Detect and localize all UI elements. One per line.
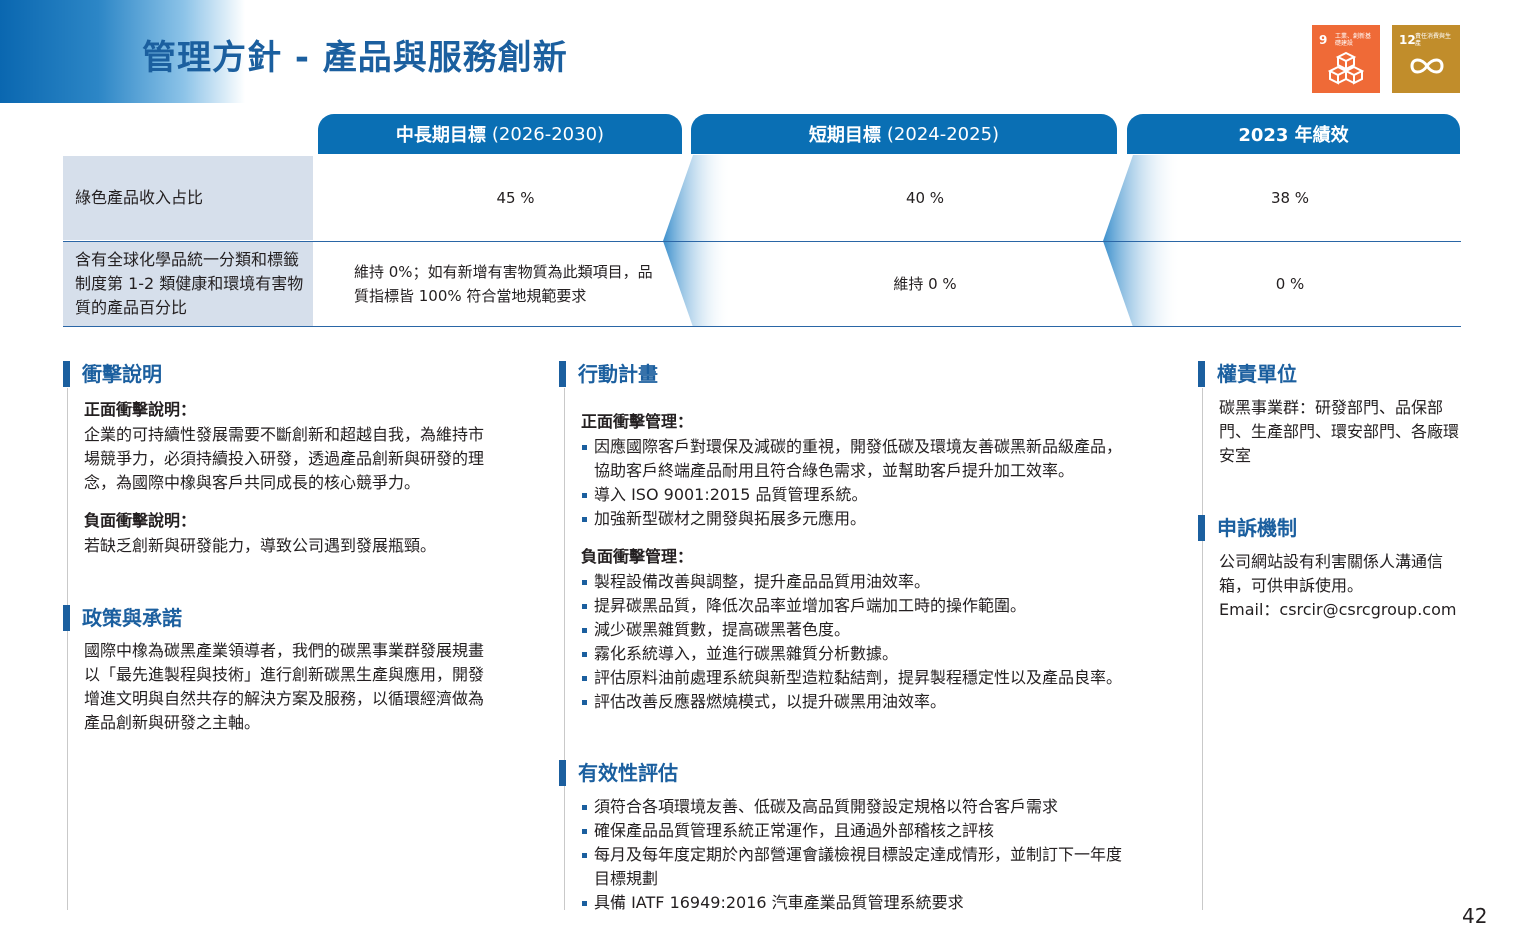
row-label-text: 含有全球化學品統一分類和標籤制度第 1-2 類健康和環境有害物質的產品百分比 <box>75 250 304 317</box>
page-title: 管理方針 - 產品與服務創新 <box>142 38 568 78</box>
sdg-9-badge: 9 工業、創新基礎建設 <box>1312 25 1380 93</box>
list-item: 評估改善反應器燃燒模式，以提升碳黑用油效率。 <box>581 690 1141 714</box>
column-header-long-term: 中長期目標 (2026-2030) <box>318 114 682 154</box>
sdg-number: 9 <box>1319 33 1328 47</box>
list-item: 具備 IATF 16949:2016 汽車產業品質管理系統要求 <box>581 891 1126 915</box>
sdg-label: 工業、創新基礎建設 <box>1335 33 1372 47</box>
list-item: 加強新型碳材之開發與拓展多元應用。 <box>581 507 1131 531</box>
cubes-icon <box>1328 51 1364 85</box>
negative-management-list: 製程設備改善與調整，提升產品品質用油效率。 提昇碳黑品質，降低次品率並增加客戶端… <box>581 570 1141 714</box>
positive-impact-label: 正面衝擊說明： <box>84 400 197 419</box>
row-label: 含有全球化學品統一分類和標籤制度第 1-2 類健康和環境有害物質的產品百分比 <box>63 242 313 326</box>
negative-impact-label: 負面衝擊說明： <box>84 511 197 530</box>
effectiveness-section-title: 有效性評估 <box>559 760 678 786</box>
action-section-title: 行動計畫 <box>559 361 658 387</box>
table-cell: 45 % <box>496 189 535 207</box>
column-title: 中長期目標 <box>395 125 486 146</box>
effectiveness-list: 須符合各項環境友善、低碳及高品質開發設定規格以符合客戶需求 確保產品品質管理系統… <box>581 795 1126 915</box>
sdg-label: 責任消費與生產 <box>1415 33 1452 47</box>
positive-management-list: 因應國際客戶對環保及減碳的重視，開發低碳及環境友善碳黑新品級產品，協助客戶終端產… <box>581 435 1131 531</box>
column-rule <box>67 388 68 910</box>
row-label: 綠色產品收入占比 <box>63 156 313 240</box>
column-title: 2023 年績效 <box>1238 125 1349 146</box>
impact-section-title: 衝擊說明 <box>63 361 162 387</box>
column-years: (2024-2025) <box>886 123 1000 145</box>
column-title: 短期目標 <box>808 125 881 146</box>
sdg-12-badge: 12 責任消費與生產 <box>1392 25 1460 93</box>
grievance-text: 公司網站設有利害關係人溝通信箱，可供申訴使用。 <box>1219 552 1444 595</box>
positive-management-label: 正面衝擊管理： <box>581 412 694 431</box>
responsibility-text: 碳黑事業群：研發部門、品保部門、生產部門、環安部門、各廠環安室 <box>1219 398 1460 465</box>
grievance-email[interactable]: Email：csrcir@csrcgroup.com <box>1219 598 1464 622</box>
column-header-short-term: 短期目標 (2024-2025) <box>691 114 1117 154</box>
list-item: 減少碳黑雜質數，提高碳黑著色度。 <box>581 618 1141 642</box>
list-item: 導入 ISO 9001:2015 品質管理系統。 <box>581 483 1131 507</box>
list-item: 評估原料油前處理系統與新型造粒黏結劑，提昇製程穩定性以及產品良率。 <box>581 666 1141 690</box>
table-cell: 0 % <box>1275 275 1305 293</box>
grievance-section-title: 申訴機制 <box>1198 515 1297 541</box>
list-item: 提昇碳黑品質，降低次品率並增加客戶端加工時的操作範圍。 <box>581 594 1141 618</box>
policy-text: 國際中橡為碳黑產業領導者，我們的碳黑事業群發展規畫以「最先進製程與技術」進行創新… <box>84 641 485 732</box>
positive-impact-text: 企業的可持續性發展需要不斷創新和超越自我，為維持市場競爭力，必須持續投入研發，透… <box>84 425 485 492</box>
responsibility-section-title: 權責單位 <box>1198 361 1297 387</box>
negative-impact-text: 若缺乏創新與研發能力，導致公司遇到發展瓶頸。 <box>84 536 437 555</box>
sdg-number: 12 <box>1399 33 1416 47</box>
list-item: 製程設備改善與調整，提升產品品質用油效率。 <box>581 570 1141 594</box>
row-divider <box>63 326 1461 327</box>
page-number: 42 <box>1462 904 1488 928</box>
table-cell-text: 維持 0%；如有新增有害物質為此類項目，品質指標皆 100% 符合當地規範要求 <box>354 263 653 305</box>
column-rule <box>564 388 565 910</box>
list-item: 須符合各項環境友善、低碳及高品質開發設定規格以符合客戶需求 <box>581 795 1126 819</box>
policy-section-title: 政策與承諾 <box>63 605 182 631</box>
infinity-icon <box>1410 58 1444 74</box>
column-header-2023: 2023 年績效 <box>1127 114 1460 154</box>
column-rule <box>1202 388 1203 910</box>
table-cell: 維持 0 % <box>893 275 957 293</box>
list-item: 因應國際客戶對環保及減碳的重視，開發低碳及環境友善碳黑新品級產品，協助客戶終端產… <box>581 435 1131 483</box>
list-item: 確保產品品質管理系統正常運作，且通過外部稽核之評核 <box>581 819 1126 843</box>
list-item: 每月及每年度定期於內部營運會議檢視目標設定達成情形，並制訂下一年度目標規劃 <box>581 843 1126 891</box>
table-cell: 40 % <box>905 189 945 207</box>
table-cell: 38 % <box>1270 189 1310 207</box>
negative-management-label: 負面衝擊管理： <box>581 547 694 566</box>
table-cell: 維持 0%；如有新增有害物質為此類項目，品質指標皆 100% 符合當地規範要求 <box>354 242 664 326</box>
list-item: 霧化系統導入，並進行碳黑雜質分析數據。 <box>581 642 1141 666</box>
column-years: (2026-2030) <box>491 123 605 145</box>
